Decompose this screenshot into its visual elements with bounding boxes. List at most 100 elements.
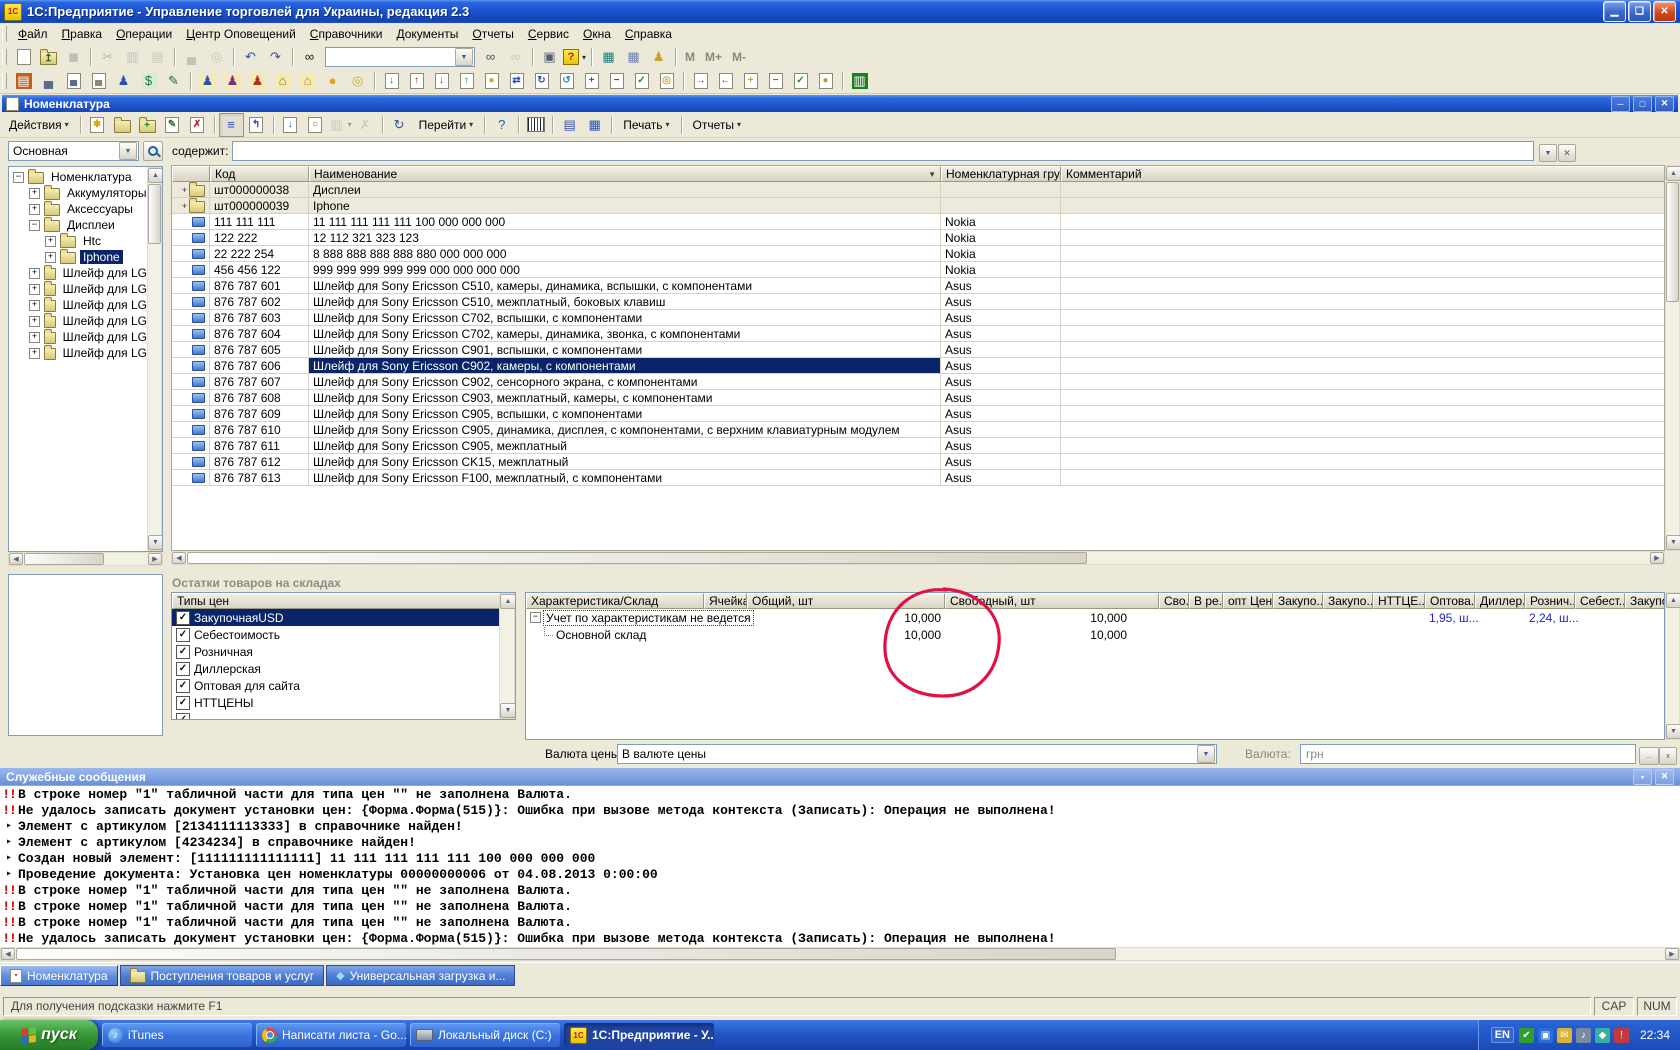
open-group-button[interactable] bbox=[110, 113, 135, 137]
delete-item-button[interactable]: ✗ bbox=[185, 113, 210, 137]
doc-verified-button[interactable]: ✓ bbox=[788, 69, 813, 93]
contains-history-arrow-icon[interactable]: ▼ bbox=[1539, 144, 1557, 162]
open-button[interactable]: ↥ bbox=[36, 45, 61, 69]
menu-item-5[interactable]: Справочники bbox=[303, 25, 390, 43]
save-button[interactable]: ◼ bbox=[61, 45, 86, 69]
messages-horizontal-scrollbar[interactable]: ◀ ▶ bbox=[0, 947, 1680, 961]
sort-column-button[interactable]: ↓ bbox=[278, 113, 303, 137]
close-button[interactable]: ✕ bbox=[1653, 1, 1676, 22]
warehouse-column-11[interactable]: Диллер... bbox=[1475, 593, 1525, 609]
customer-debt-button[interactable]: ♟ bbox=[245, 69, 270, 93]
tree-item-шлейф-для-lg-c[interactable]: +Шлейф для LG C bbox=[11, 345, 162, 361]
doc-return-in-button[interactable]: ↓ bbox=[429, 69, 454, 93]
calendar-button[interactable]: ▦ bbox=[621, 45, 646, 69]
table-row[interactable]: 876 787 608Шлейф для Sony Ericsson C903,… bbox=[172, 390, 1664, 406]
table-horizontal-scrollbar[interactable]: ◀ ▶ bbox=[171, 551, 1665, 565]
goto-button[interactable]: Перейти▾ bbox=[412, 114, 481, 136]
workbook-tab-универсальная-загрузка-и-[interactable]: ◆Универсальная загрузка и... bbox=[326, 965, 515, 986]
currency-clear-button[interactable]: x bbox=[1659, 747, 1677, 765]
price-type-row[interactable]: ✓Себестоимость bbox=[172, 626, 515, 643]
copy-value-button[interactable]: ▥▾ bbox=[328, 113, 353, 137]
find-next-button[interactable]: ∞ bbox=[478, 45, 503, 69]
1c-help-button[interactable]: ?▾ bbox=[562, 45, 587, 69]
warehouse-column-4[interactable]: Сво... bbox=[1159, 593, 1189, 609]
doc-outcome-gold-button[interactable]: − bbox=[763, 69, 788, 93]
memory-mminus-button[interactable]: M- bbox=[727, 50, 751, 64]
price-type-row[interactable]: ✓Оптовая для сайта bbox=[172, 677, 515, 694]
doc-receipt-button[interactable]: ↓ bbox=[379, 69, 404, 93]
tray-message-icon[interactable]: ✉ bbox=[1557, 1028, 1572, 1043]
taskbar-button-itunes[interactable]: ♪iTunes bbox=[102, 1023, 252, 1047]
add-group-button[interactable]: + bbox=[135, 113, 160, 137]
warehouse-column-0[interactable]: Характеристика/Склад bbox=[526, 593, 704, 609]
taskbar-button-написати-листа-go-[interactable]: Написати листа - Go... bbox=[256, 1023, 406, 1047]
menu-item-6[interactable]: Документы bbox=[389, 25, 465, 43]
cash-register-button[interactable]: $ bbox=[136, 69, 161, 93]
child-restore-button[interactable]: □ bbox=[1633, 96, 1652, 112]
minimize-button[interactable]: ▁ bbox=[1603, 1, 1626, 22]
checkbox-icon[interactable]: ✓ bbox=[176, 679, 190, 693]
catalog-cabinet-button[interactable]: ▤ bbox=[11, 69, 36, 93]
table-row[interactable]: 876 787 613Шлейф для Sony Ericsson F100,… bbox=[172, 470, 1664, 486]
doc-transfer-button[interactable]: ⇄ bbox=[504, 69, 529, 93]
doc-expense-button[interactable]: ↑ bbox=[404, 69, 429, 93]
print-button[interactable]: ▄ bbox=[179, 45, 204, 69]
price-type-row[interactable]: ✓Розничная bbox=[172, 643, 515, 660]
contains-input[interactable] bbox=[232, 141, 1534, 161]
barcode-button[interactable] bbox=[523, 113, 548, 137]
currency-field[interactable]: грн bbox=[1300, 744, 1636, 764]
tree-item-номенклатура[interactable]: −Номенклатура bbox=[11, 169, 162, 185]
new-document-button[interactable] bbox=[11, 45, 36, 69]
menu-item-8[interactable]: Сервис bbox=[521, 25, 576, 43]
checkbox-icon[interactable]: ✓ bbox=[176, 696, 190, 710]
copy-button[interactable]: ▥ bbox=[120, 45, 145, 69]
find-combo-arrow-icon[interactable]: ▼ bbox=[455, 48, 473, 66]
hierarchy-view-button[interactable]: ≡ bbox=[219, 113, 244, 137]
tree-item-аксессуары[interactable]: +Аксессуары bbox=[11, 201, 162, 217]
menu-item-10[interactable]: Справка bbox=[618, 25, 679, 43]
doc-forward-button[interactable]: → bbox=[688, 69, 713, 93]
find-combo[interactable]: ▼ bbox=[325, 47, 475, 67]
column-header-Код[interactable]: Код bbox=[210, 166, 309, 182]
child-close-button[interactable]: ✕ bbox=[1655, 96, 1674, 112]
tree-item-htc[interactable]: +Htc bbox=[11, 233, 162, 249]
warehouse-button[interactable]: ⌂ bbox=[270, 69, 295, 93]
price-type-row[interactable]: ✓НТТЦЕНЫ bbox=[172, 694, 515, 711]
menu-item-9[interactable]: Окна bbox=[576, 25, 618, 43]
move-item-button[interactable]: ↰ bbox=[244, 113, 269, 137]
price-types-header[interactable]: Типы цен bbox=[172, 593, 500, 609]
tree-item-шлейф-для-lg-c[interactable]: +Шлейф для LG C bbox=[11, 281, 162, 297]
doc-reposting-button[interactable]: ↻ bbox=[529, 69, 554, 93]
checkbox-icon[interactable]: ✓ bbox=[176, 628, 190, 642]
table-row[interactable]: 876 787 612Шлейф для Sony Ericsson CK15,… bbox=[172, 454, 1664, 470]
add-item-button[interactable]: ✱ bbox=[85, 113, 110, 137]
checkbox-icon[interactable]: ✓ bbox=[176, 662, 190, 676]
warehouse-column-2[interactable]: Общий, шт bbox=[747, 593, 945, 609]
refresh-button[interactable]: ↻ bbox=[387, 113, 412, 137]
warehouse-prices-button[interactable]: ⌂ bbox=[295, 69, 320, 93]
edit-item-button[interactable]: ✎ bbox=[160, 113, 185, 137]
reports-menu-button[interactable]: Отчеты▾ bbox=[686, 114, 749, 136]
checkbox-icon[interactable]: ✓ bbox=[176, 645, 190, 659]
tree-item-аккумуляторы[interactable]: +Аккумуляторы bbox=[11, 185, 162, 201]
list-settings-button[interactable]: ▤ bbox=[557, 113, 582, 137]
warehouse-column-7[interactable]: Закупо... bbox=[1273, 593, 1323, 609]
column-header-Комментарий[interactable]: Комментарий bbox=[1061, 166, 1665, 182]
clear-filter-button[interactable]: ✗ bbox=[353, 113, 378, 137]
table-row[interactable]: 876 787 603Шлейф для Sony Ericsson C702,… bbox=[172, 310, 1664, 326]
menu-item-3[interactable]: Операции bbox=[109, 25, 179, 43]
warehouse-row[interactable]: Основной склад10,00010,000 bbox=[526, 626, 1664, 643]
actions-button[interactable]: Действия▾ bbox=[2, 114, 76, 136]
doc-income-gold-button[interactable]: + bbox=[738, 69, 763, 93]
workbook-tab-номенклатура[interactable]: ▪Номенклатура bbox=[0, 965, 118, 986]
table-row[interactable]: 876 787 611Шлейф для Sony Ericsson C905,… bbox=[172, 438, 1664, 454]
undo-button[interactable]: ↶ bbox=[238, 45, 263, 69]
table-row[interactable]: 876 787 609Шлейф для Sony Ericsson C905,… bbox=[172, 406, 1664, 422]
table-row[interactable]: 876 787 610Шлейф для Sony Ericsson C905,… bbox=[172, 422, 1664, 438]
warehouse-column-14[interactable]: Закупо... bbox=[1625, 593, 1665, 609]
price-currency-combo[interactable]: В валюте цены ▼ bbox=[617, 744, 1217, 764]
menu-item-7[interactable]: Отчеты bbox=[465, 25, 521, 43]
warehouse-column-5[interactable]: В ре... bbox=[1189, 593, 1223, 609]
contains-clear-icon[interactable]: ✕ bbox=[1558, 144, 1576, 162]
tray-shield-icon[interactable]: ✔ bbox=[1519, 1028, 1534, 1043]
